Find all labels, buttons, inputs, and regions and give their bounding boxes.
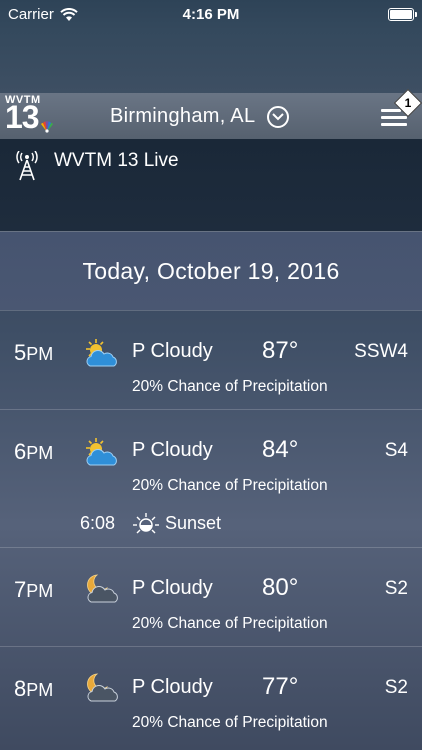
logo-channel-number: 13 [5,99,40,135]
wind-value: S4 [384,440,408,461]
hour-label: 6PM [14,439,54,464]
temperature-value: 80° [262,574,299,601]
hero-banner [0,30,422,93]
partly-cloudy-day-icon [86,339,117,367]
precipitation-chance: 20% Chance of Precipitation [132,477,328,494]
date-heading: Today, October 19, 2016 [82,257,340,284]
live-stream-panel[interactable]: WVTM 13 Live [0,139,422,231]
app-header: WVTM 13 Birmingham, AL 1 [0,88,422,139]
chevron-down-icon [267,105,290,128]
hourly-row[interactable]: 7PM P Cloudy 80° S2 20% Chance of Precip… [0,547,422,646]
battery-icon [388,8,417,21]
precipitation-chance: 20% Chance of Precipitation [132,378,328,395]
notification-count: 1 [404,96,412,110]
hourly-row[interactable]: 5PM P Cloudy 87° SSW4 20% Chance of Prec… [0,310,422,409]
precipitation-chance: 20% Chance of Precipitation [132,714,328,731]
hour-label: 5PM [14,340,54,365]
hourly-row[interactable]: 6PM P Cloudy 84° S4 20% Chance of Precip… [0,409,422,547]
live-stream-label: WVTM 13 Live [54,150,179,171]
condition-label: P Cloudy [132,340,213,362]
sunset-icon [133,513,159,534]
temperature-value: 77° [262,673,299,700]
partly-cloudy-night-icon [87,574,118,603]
wind-value: S2 [384,578,408,599]
condition-label: P Cloudy [132,577,213,599]
sunset-time: 6:08 [80,513,116,533]
wind-value: S2 [384,677,408,698]
condition-label: P Cloudy [132,439,213,461]
station-logo[interactable]: WVTM 13 [2,93,58,139]
location-label: Birmingham, AL [110,105,256,127]
date-header: Today, October 19, 2016 [0,232,422,310]
sunset-label: Sunset [165,513,222,533]
broadcast-tower-icon [16,151,38,181]
precipitation-chance: 20% Chance of Precipitation [132,615,328,632]
clock: 4:16 PM [182,6,240,23]
wind-value: SSW4 [354,341,408,362]
condition-label: P Cloudy [132,676,213,698]
hourly-row[interactable]: 8PM P Cloudy 77° S2 20% Chance of Precip… [0,646,422,750]
hour-label: 7PM [14,577,54,602]
location-selector[interactable]: Birmingham, AL [110,105,290,128]
partly-cloudy-night-icon [87,673,118,702]
partly-cloudy-day-icon [86,438,117,466]
status-bar: Carrier 4:16 PM [0,0,422,30]
live-stream-row[interactable]: WVTM 13 Live [15,150,179,181]
nbc-peacock-icon [41,121,53,133]
temperature-value: 84° [262,436,299,463]
hour-label: 8PM [14,676,54,701]
temperature-value: 87° [262,337,299,364]
